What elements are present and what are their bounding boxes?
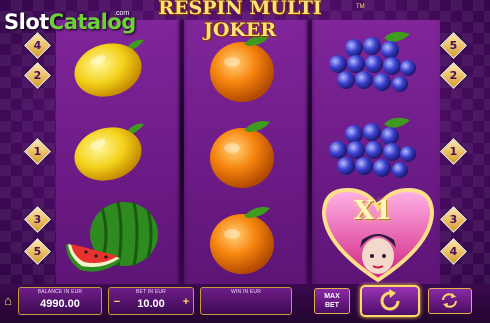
- max-bet-line2: BET: [325, 302, 339, 309]
- grapes-symbol: [329, 117, 416, 178]
- balance-display: BALANCE IN EUR 4990.00: [18, 287, 102, 315]
- autoplay-icon: [442, 293, 457, 308]
- lemon-symbol: [74, 123, 144, 181]
- bet-label: BET IN EUR: [136, 289, 166, 295]
- reel-area: [56, 20, 440, 284]
- win-label: WIN IN EUR: [230, 289, 262, 295]
- watermelon-symbol: [66, 201, 158, 272]
- orange-symbol: [210, 35, 274, 102]
- trademark-mark: TM: [356, 4, 365, 10]
- balance-label: BALANCE IN EUR: [37, 289, 83, 295]
- grapes-symbol: [329, 31, 416, 92]
- lemon-symbol: [74, 39, 144, 97]
- bet-increase-button[interactable]: +: [181, 296, 191, 308]
- multiplier-label: X1: [354, 196, 393, 226]
- game-title: RESPIN MULTI JOKER: [158, 0, 322, 41]
- spin-arrow-icon: [380, 289, 400, 311]
- orange-symbol: [210, 121, 274, 188]
- max-bet-line1: MAX: [324, 293, 340, 300]
- balance-value: 4990.00: [40, 298, 80, 310]
- spin-button[interactable]: [360, 285, 420, 317]
- orange-symbol: [210, 207, 274, 274]
- home-icon[interactable]: ⌂: [2, 293, 14, 309]
- max-bet-button[interactable]: MAX BET: [314, 288, 350, 314]
- autoplay-button[interactable]: [428, 288, 472, 314]
- win-display: WIN IN EUR: [200, 287, 292, 315]
- bet-decrease-button[interactable]: −: [112, 296, 122, 308]
